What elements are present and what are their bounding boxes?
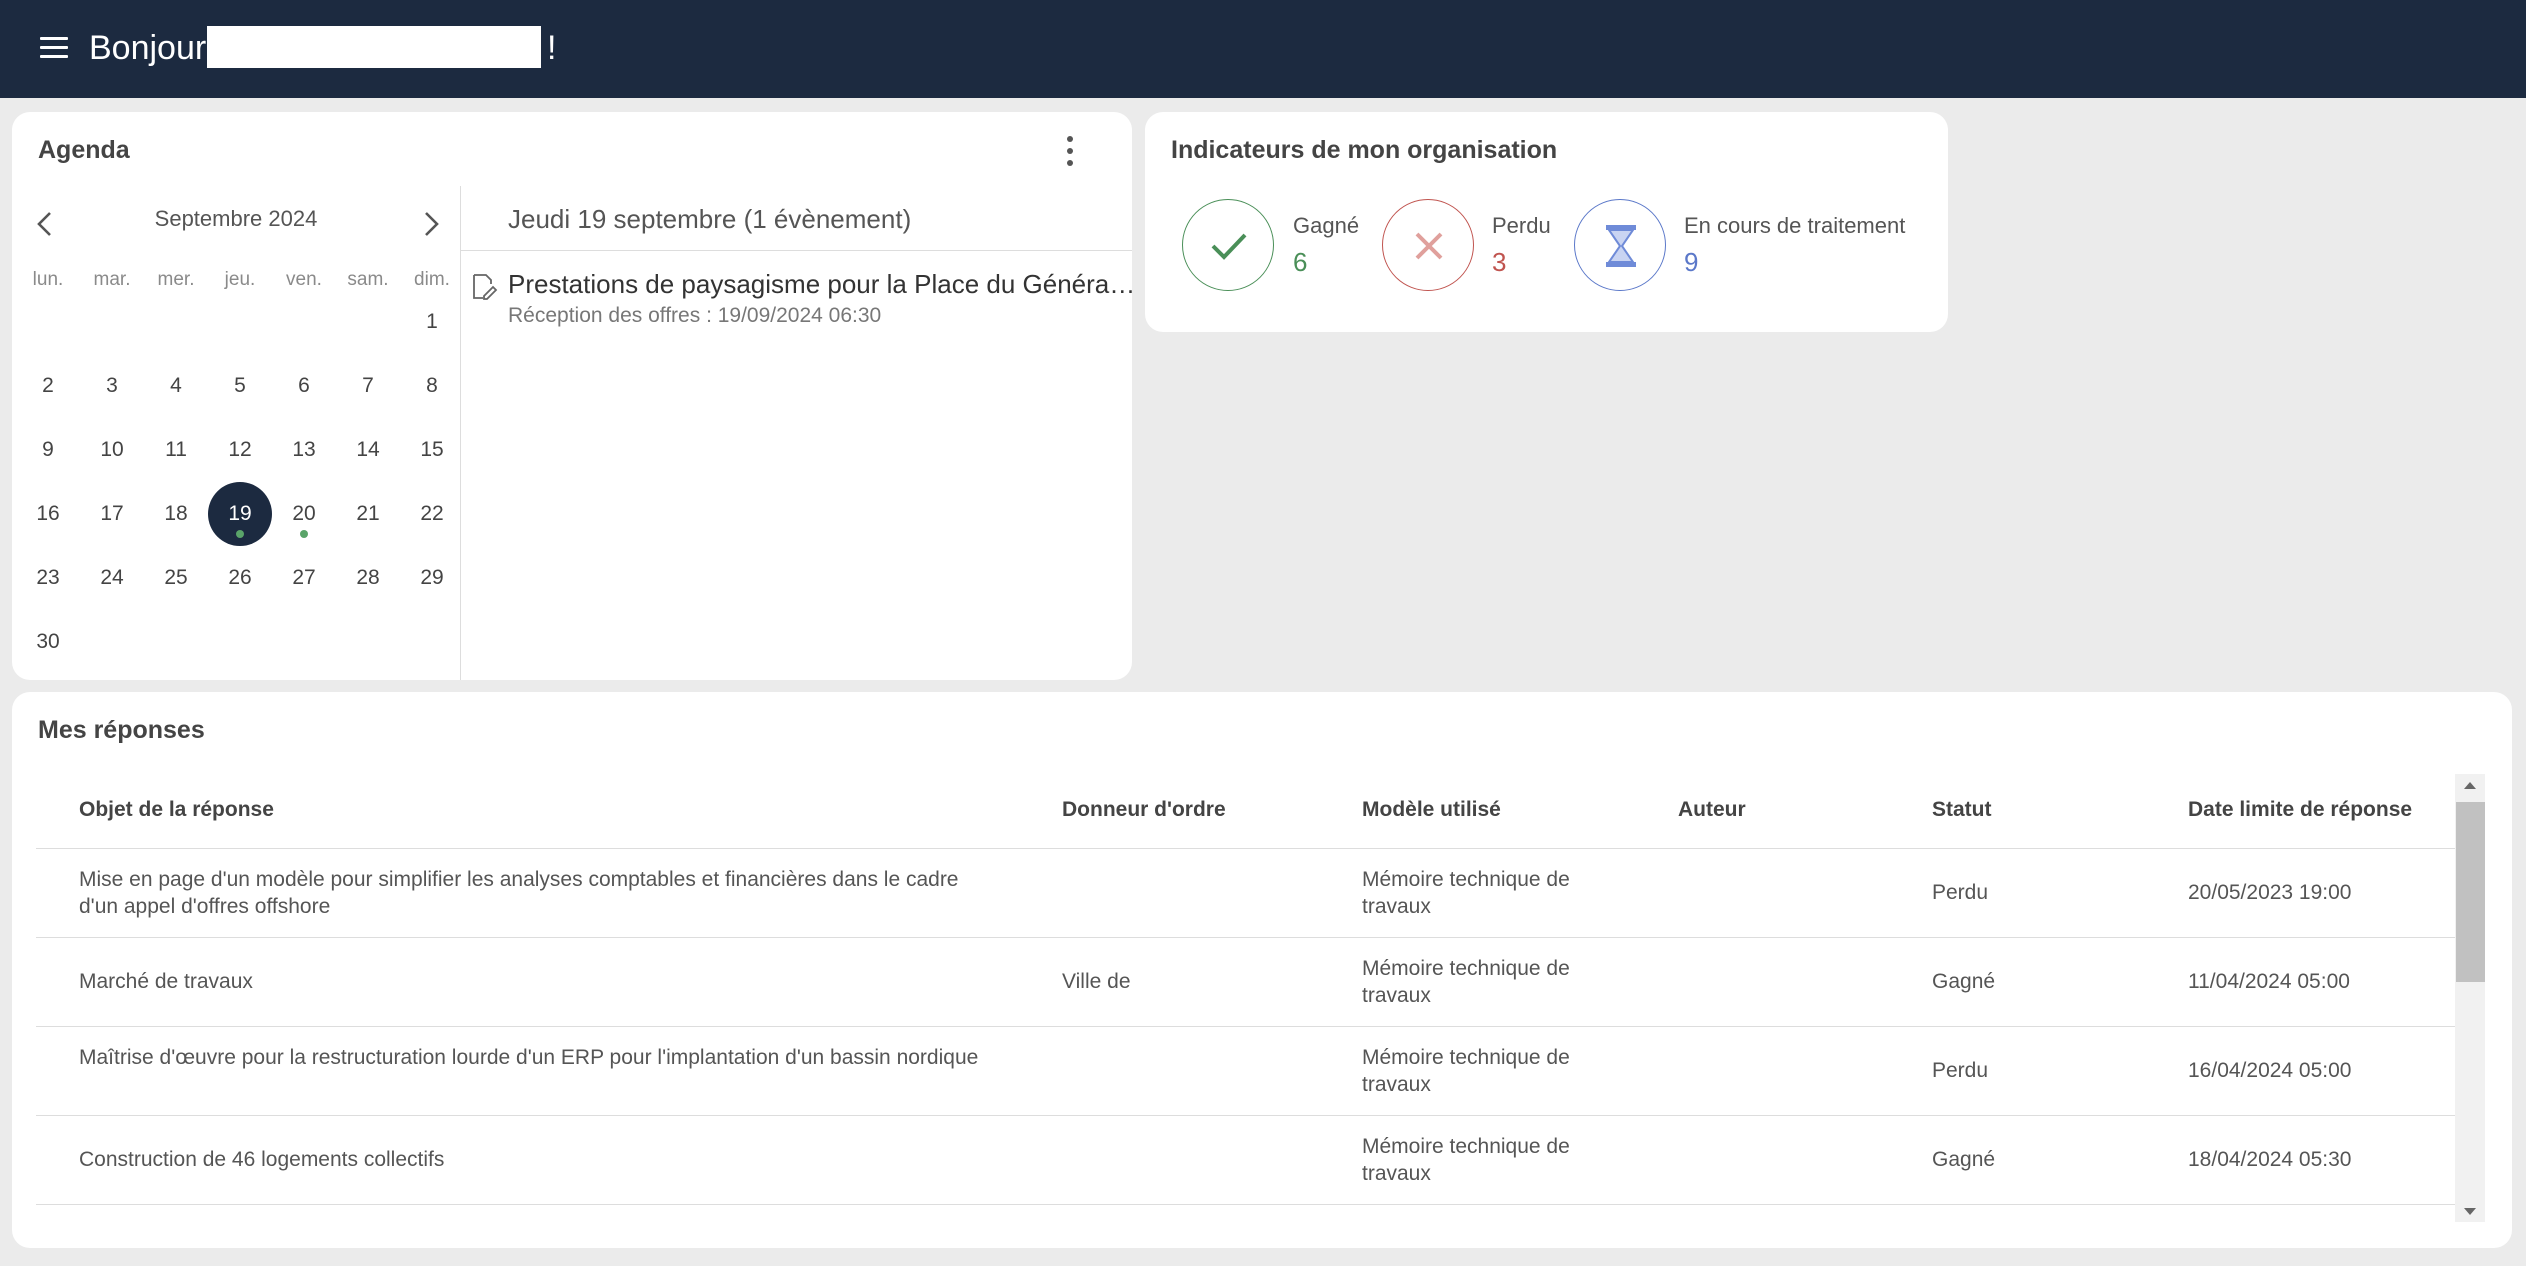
table-cell-date: 20/05/2023 19:00: [2188, 881, 2352, 904]
calendar-day[interactable]: 25: [144, 546, 208, 610]
row-divider: [36, 1204, 2466, 1205]
won-indicator-circle: [1182, 199, 1274, 291]
column-header-modele[interactable]: Modèle utilisé: [1362, 798, 1501, 822]
calendar-day[interactable]: 1: [400, 290, 464, 354]
table-cell-modele: Mémoire technique de travaux: [1362, 957, 1570, 1007]
calendar-day[interactable]: 23: [16, 546, 80, 610]
chevron-right-icon: [425, 212, 439, 236]
weekday-label: jeu.: [224, 269, 256, 290]
calendar-day[interactable]: 15: [400, 418, 464, 482]
calendar-day[interactable]: 21: [336, 482, 400, 546]
calendar-day[interactable]: 29: [400, 546, 464, 610]
close-icon: [1415, 232, 1443, 260]
scroll-up-icon[interactable]: [2455, 774, 2485, 796]
responses-card: Mes réponses Objet de la réponse Donneur…: [12, 692, 2512, 1248]
column-header-date[interactable]: Date limite de réponse: [2188, 798, 2412, 822]
calendar-day[interactable]: 5: [208, 354, 272, 418]
column-header-auteur[interactable]: Auteur: [1678, 798, 1746, 822]
calendar-month-label: Septembre 2024: [154, 206, 318, 231]
table-cell-modele: Mémoire technique de travaux: [1362, 1046, 1570, 1096]
table-scrollbar-thumb[interactable]: [2456, 802, 2485, 982]
calendar-day[interactable]: 24: [80, 546, 144, 610]
calendar-day[interactable]: 3: [80, 354, 144, 418]
calendar-day[interactable]: 14: [336, 418, 400, 482]
table-cell-objet: Marché de travaux: [79, 970, 253, 993]
lost-count: 3: [1492, 247, 1507, 277]
indicators-card: Indicateurs de mon organisation Gagné 6 …: [1145, 112, 1948, 332]
table-cell-statut: Gagné: [1932, 970, 1996, 993]
lost-indicator-circle: [1382, 199, 1474, 291]
weekday-label: sam.: [347, 269, 389, 290]
calendar-day[interactable]: 26: [208, 546, 272, 610]
top-app-bar: Bonjour !: [0, 0, 2526, 98]
calendar-day[interactable]: 8: [400, 354, 464, 418]
pending-count: 9: [1684, 247, 1699, 277]
calendar-day[interactable]: 12: [208, 418, 272, 482]
calendar-day[interactable]: 28: [336, 546, 400, 610]
pending-indicator-circle: [1574, 199, 1666, 291]
user-name-redacted: [207, 26, 541, 68]
table-cell-statut: Perdu: [1932, 881, 1989, 904]
table-cell-objet: Mise en page d'un modèle pour simplifier…: [79, 868, 959, 918]
table-cell-modele: Mémoire technique de travaux: [1362, 868, 1570, 918]
table-cell-objet: Construction de 46 logements collectifs: [79, 1148, 445, 1171]
document-edit-icon: [471, 272, 499, 302]
indicators-title: Indicateurs de mon organisation: [1171, 136, 1558, 164]
table-cell-objet: Maîtrise d'œuvre pour la restructuration…: [79, 1046, 979, 1069]
event-dot-indicator: [300, 530, 308, 538]
table-cell-donneur: Ville de: [1062, 970, 1131, 993]
event-dot-indicator: [236, 530, 244, 538]
calendar-day[interactable]: 7: [336, 354, 400, 418]
lost-label: Perdu: [1492, 213, 1551, 238]
event-subtitle: Réception des offres : 19/09/2024 06:30: [508, 304, 882, 327]
calendar-day[interactable]: 10: [80, 418, 144, 482]
agenda-card: Agenda Septembre 2024 lun. mar. mer. jeu. ve…: [12, 112, 1136, 680]
table-cell-modele: Mémoire technique de travaux: [1362, 1135, 1570, 1185]
column-header-objet[interactable]: Objet de la réponse: [79, 798, 274, 822]
weekday-label: lun.: [32, 269, 64, 290]
calendar-day[interactable]: 2: [16, 354, 80, 418]
table-cell-statut: Perdu: [1932, 1059, 1989, 1082]
calendar-day[interactable]: 4: [144, 354, 208, 418]
calendar-divider: [460, 186, 461, 680]
scroll-down-icon[interactable]: [2455, 1200, 2485, 1222]
calendar-day[interactable]: 16: [16, 482, 80, 546]
weekday-label: dim.: [414, 269, 450, 290]
greeting-exclamation: !: [547, 29, 557, 67]
weekday-label: ven.: [286, 269, 322, 290]
hourglass-icon: [1606, 225, 1636, 267]
greeting-text: Bonjour: [89, 29, 207, 67]
event-title-link[interactable]: Prestations de paysagisme pour la Place …: [508, 269, 1136, 300]
menu-icon[interactable]: [40, 34, 70, 60]
calendar-day[interactable]: 9: [16, 418, 80, 482]
agenda-title: Agenda: [38, 136, 130, 164]
won-label: Gagné: [1293, 213, 1360, 238]
column-header-statut[interactable]: Statut: [1932, 798, 1992, 822]
weekday-label: mar.: [93, 269, 131, 290]
selected-date-label: Jeudi 19 septembre (1 évènement): [508, 204, 912, 234]
table-cell-date: 11/04/2024 05:00: [2188, 970, 2350, 993]
calendar-day[interactable]: 17: [80, 482, 144, 546]
calendar-day[interactable]: 22: [400, 482, 464, 546]
pending-label: En cours de traitement: [1684, 213, 1906, 238]
calendar-day[interactable]: 30: [16, 610, 80, 674]
table-cell-date: 16/04/2024 05:00: [2188, 1059, 2352, 1082]
won-count: 6: [1293, 247, 1308, 277]
table-cell-statut: Gagné: [1932, 1148, 1996, 1171]
check-icon: [1211, 233, 1247, 260]
responses-title: Mes réponses: [38, 716, 205, 744]
weekday-label: mer.: [157, 269, 195, 290]
more-options-icon[interactable]: [1060, 134, 1080, 168]
calendar-day[interactable]: 18: [144, 482, 208, 546]
column-header-donneur[interactable]: Donneur d'ordre: [1062, 798, 1226, 822]
next-month-button[interactable]: [410, 204, 450, 244]
table-cell-date: 18/04/2024 05:30: [2188, 1148, 2352, 1171]
calendar-day[interactable]: 11: [144, 418, 208, 482]
calendar-day[interactable]: 27: [272, 546, 336, 610]
calendar-day[interactable]: 13: [272, 418, 336, 482]
event-separator: [461, 250, 1132, 251]
calendar-day[interactable]: 6: [272, 354, 336, 418]
